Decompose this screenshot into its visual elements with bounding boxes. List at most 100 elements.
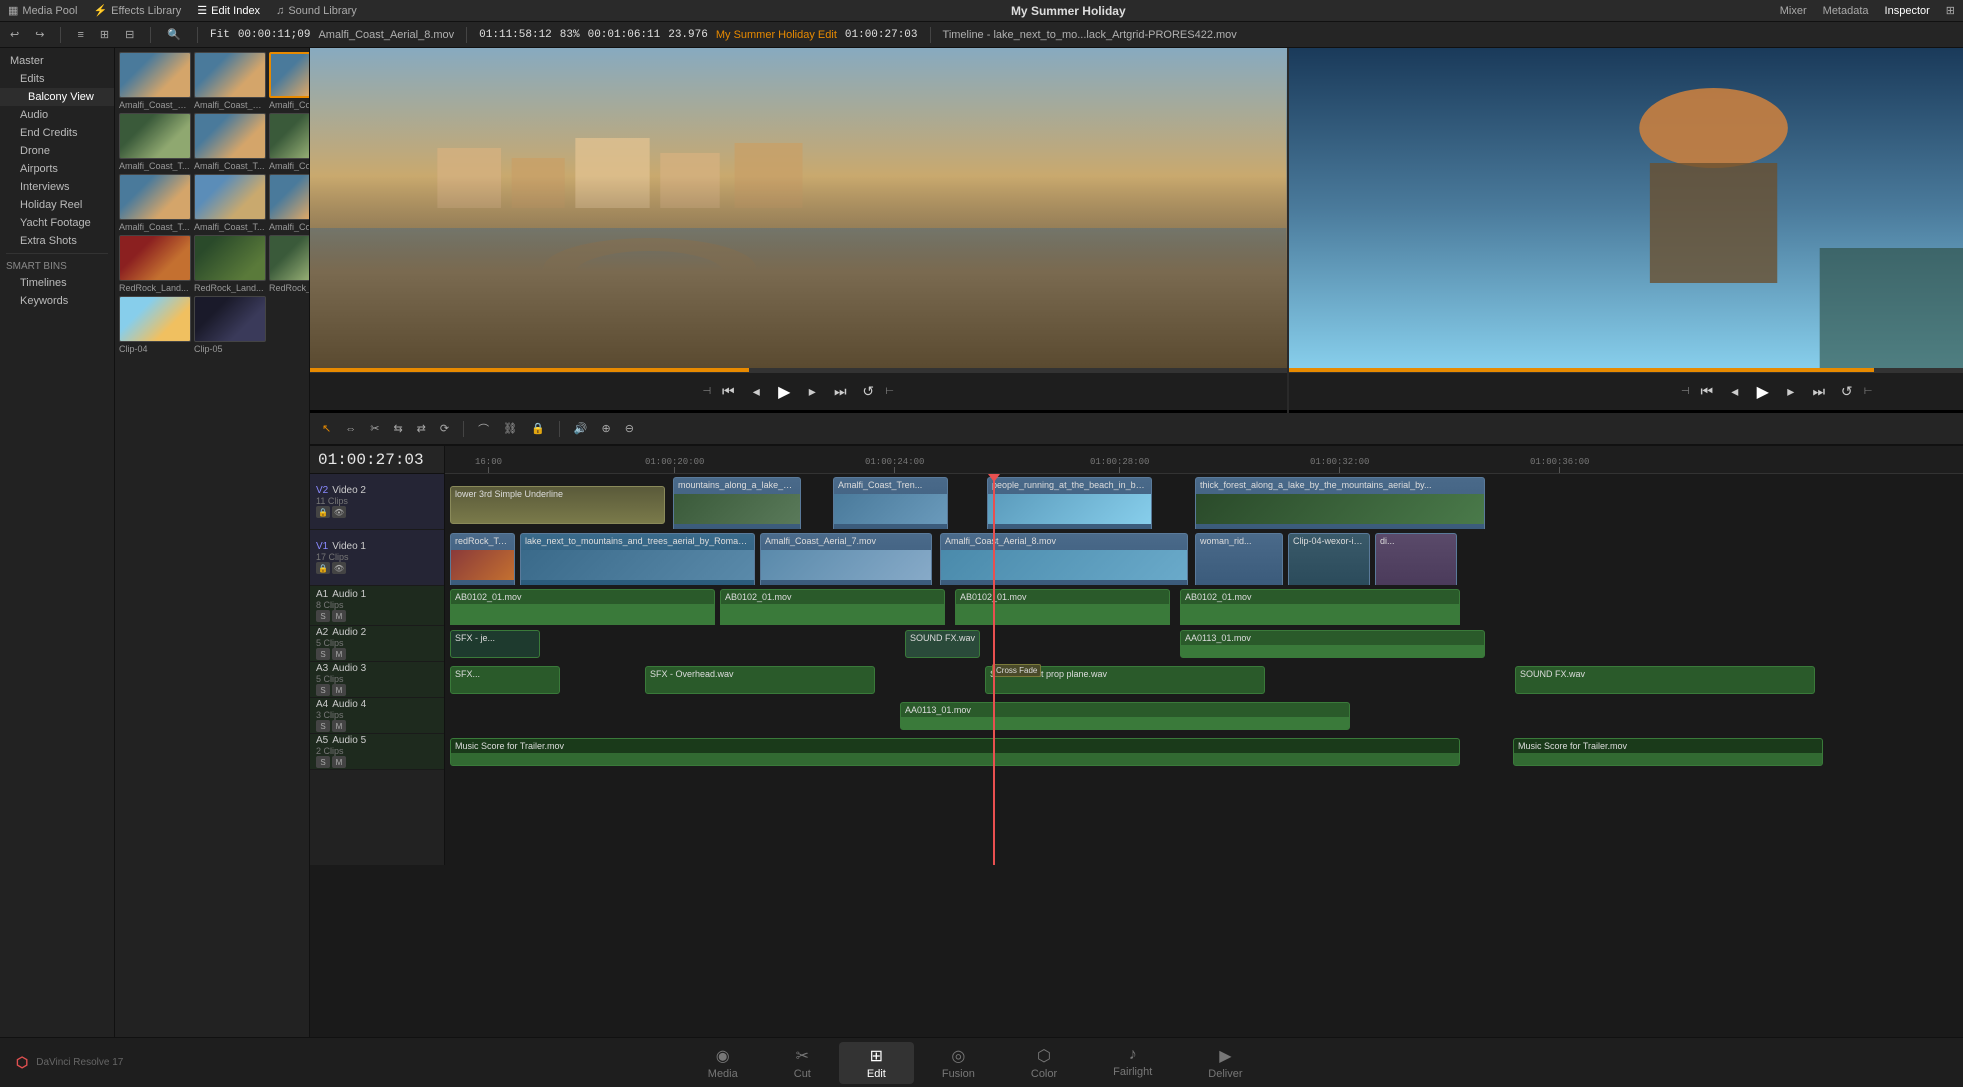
- inspector-tab[interactable]: Inspector: [1885, 5, 1930, 17]
- clip-clip04-v1[interactable]: Clip-04-wexor-img...: [1288, 533, 1370, 586]
- tl-next-button[interactable]: ⏭: [1808, 381, 1830, 403]
- clip-people-v2[interactable]: people_running_at_the_beach_in_brig...: [987, 477, 1152, 530]
- thumb-3[interactable]: Amalfi_Coast_A...: [269, 52, 309, 110]
- nav-cut[interactable]: ✂ Cut: [766, 1042, 839, 1084]
- nav-fairlight[interactable]: ♪ Fairlight: [1085, 1042, 1180, 1084]
- nav-color[interactable]: ⬡ Color: [1003, 1042, 1085, 1084]
- a4-s[interactable]: S: [316, 720, 330, 732]
- thumb-11[interactable]: RedRock_Land...: [194, 235, 266, 293]
- a2-s[interactable]: S: [316, 648, 330, 660]
- thumb-1[interactable]: Amalfi_Coast_A...: [119, 52, 191, 110]
- sidebar-item-interviews[interactable]: Interviews: [0, 178, 114, 196]
- lock-tool[interactable]: 🔒: [527, 419, 549, 439]
- nav-deliver[interactable]: ▶ Deliver: [1180, 1042, 1270, 1084]
- clip-amalfi7-v1[interactable]: Amalfi_Coast_Aerial_7.mov: [760, 533, 932, 586]
- thumb-10[interactable]: RedRock_Land...: [119, 235, 191, 293]
- audio-level-tool[interactable]: 🔊: [570, 419, 592, 439]
- zoom-in-tool[interactable]: ⊕: [597, 419, 614, 439]
- sidebar-item-timelines[interactable]: Timelines: [0, 274, 114, 292]
- clip-sfx-je[interactable]: SFX - je...: [450, 630, 540, 658]
- tl-play-button[interactable]: ▶: [1752, 381, 1774, 403]
- thumb-6[interactable]: Amalfi_Coast_T...: [269, 113, 309, 171]
- tab-effects-library[interactable]: ⚡ Effects Library: [93, 4, 181, 17]
- sidebar-item-drone[interactable]: Drone: [0, 142, 114, 160]
- play-button[interactable]: ▶: [773, 381, 795, 403]
- prev-frame-button[interactable]: ⏮: [717, 381, 739, 403]
- a2-m[interactable]: M: [332, 648, 346, 660]
- thumb-7[interactable]: Amalfi_Coast_T...: [119, 174, 191, 232]
- detail-view-button[interactable]: ⊟: [121, 25, 138, 45]
- nav-media[interactable]: ◉ Media: [680, 1042, 766, 1084]
- a5-m[interactable]: M: [332, 756, 346, 768]
- razor-tool[interactable]: ✂: [366, 419, 383, 439]
- sidebar-item-end-credits[interactable]: End Credits: [0, 124, 114, 142]
- clip-soundfx[interactable]: SOUND FX.wav: [905, 630, 980, 658]
- loop-button[interactable]: ↺: [857, 381, 879, 403]
- v1-eye[interactable]: 👁: [332, 562, 346, 574]
- sidebar-item-edits[interactable]: Edits: [0, 70, 114, 88]
- a3-m[interactable]: M: [332, 684, 346, 696]
- clip-sfx-a3[interactable]: SFX...: [450, 666, 560, 694]
- link-tool[interactable]: ⛓: [499, 419, 521, 439]
- clip-woman-v1[interactable]: woman_rid...: [1195, 533, 1283, 586]
- clip-mountains-v2[interactable]: mountains_along_a_lake_aerial_by_Roma...: [673, 477, 801, 530]
- v2-eye[interactable]: 👁: [332, 506, 346, 518]
- a1-s[interactable]: S: [316, 610, 330, 622]
- thumb-9[interactable]: Amalfi_Coast_T...: [269, 174, 309, 232]
- v1-lock[interactable]: 🔒: [316, 562, 330, 574]
- thumb-13[interactable]: Clip-04: [119, 296, 191, 354]
- undo-button[interactable]: ↩: [6, 25, 23, 45]
- sidebar-item-airports[interactable]: Airports: [0, 160, 114, 178]
- mixer-tab[interactable]: Mixer: [1780, 5, 1807, 17]
- step-back-button[interactable]: ◂: [745, 381, 767, 403]
- clip-forest-v2[interactable]: thick_forest_along_a_lake_by_the_mountai…: [1195, 477, 1485, 530]
- thumb-14[interactable]: Clip-05: [194, 296, 266, 354]
- a5-s[interactable]: S: [316, 756, 330, 768]
- a4-m[interactable]: M: [332, 720, 346, 732]
- sidebar-item-master[interactable]: Master: [0, 52, 114, 70]
- clip-amalfi-v2[interactable]: Amalfi_Coast_Tren...: [833, 477, 948, 530]
- timeline-content[interactable]: 16:00 01:00:20:00 01:00:24:00 01:00: [445, 446, 1963, 865]
- sidebar-item-balcony-view[interactable]: Balcony View: [0, 88, 114, 106]
- v2-lock[interactable]: 🔒: [316, 506, 330, 518]
- sidebar-item-keywords[interactable]: Keywords: [0, 292, 114, 310]
- sidebar-item-yacht-footage[interactable]: Yacht Footage: [0, 214, 114, 232]
- step-fwd-button[interactable]: ▸: [801, 381, 823, 403]
- sidebar-item-holiday-reel[interactable]: Holiday Reel: [0, 196, 114, 214]
- trim-tool[interactable]: ⇔: [341, 419, 360, 439]
- grid-view-button[interactable]: ⊞: [96, 25, 113, 45]
- nav-fusion[interactable]: ◎ Fusion: [914, 1042, 1003, 1084]
- tab-media-pool[interactable]: ▦ Media Pool: [8, 4, 77, 17]
- source-progress-bar[interactable]: [310, 368, 1287, 372]
- metadata-tab[interactable]: Metadata: [1823, 5, 1869, 17]
- zoom-out-tool[interactable]: ⊖: [621, 419, 638, 439]
- clip-music-score-2[interactable]: Music Score for Trailer.mov: [1513, 738, 1823, 766]
- tab-sound-library[interactable]: ♫ Sound Library: [276, 4, 357, 17]
- slide-tool[interactable]: ⇄: [413, 419, 430, 439]
- clip-lower-third[interactable]: lower 3rd Simple Underline: [450, 486, 665, 524]
- thumb-8[interactable]: Amalfi_Coast_T...: [194, 174, 266, 232]
- clip-music-score-1[interactable]: Music Score for Trailer.mov: [450, 738, 1460, 766]
- clip-soundfx-a3[interactable]: SOUND FX.wav: [1515, 666, 1815, 694]
- clip-amalfi8-v1[interactable]: Amalfi_Coast_Aerial_8.mov: [940, 533, 1188, 586]
- next-frame-button[interactable]: ⏭: [829, 381, 851, 403]
- clip-aa0113-a4[interactable]: AA0113_01.mov: [900, 702, 1350, 730]
- clip-di-v1[interactable]: di...: [1375, 533, 1457, 586]
- a1-m[interactable]: M: [332, 610, 346, 622]
- expand-icon[interactable]: ⊞: [1946, 4, 1955, 17]
- tab-edit-index[interactable]: ☰ Edit Index: [197, 4, 260, 17]
- clip-ab102-1[interactable]: AB0102_01.mov: [450, 589, 715, 626]
- search-button[interactable]: 🔍: [163, 25, 185, 45]
- clip-ab102-4[interactable]: AB0102_01.mov: [1180, 589, 1460, 626]
- clip-aa0113-a2[interactable]: AA0113_01.mov: [1180, 630, 1485, 658]
- select-tool[interactable]: ↖: [318, 419, 335, 439]
- nav-edit[interactable]: ⊞ Edit: [839, 1042, 914, 1084]
- redo-button[interactable]: ↪: [31, 25, 48, 45]
- list-view-button[interactable]: ≡: [73, 25, 87, 45]
- curve-tool[interactable]: ⌒: [474, 419, 493, 439]
- slip-tool[interactable]: ⇆: [389, 419, 406, 439]
- tl-prev-button[interactable]: ⏮: [1696, 381, 1718, 403]
- tl-step-fwd-button[interactable]: ▸: [1780, 381, 1802, 403]
- fit-dropdown[interactable]: Fit: [210, 29, 230, 41]
- clip-redrock[interactable]: redRock_Talent_3...: [450, 533, 515, 586]
